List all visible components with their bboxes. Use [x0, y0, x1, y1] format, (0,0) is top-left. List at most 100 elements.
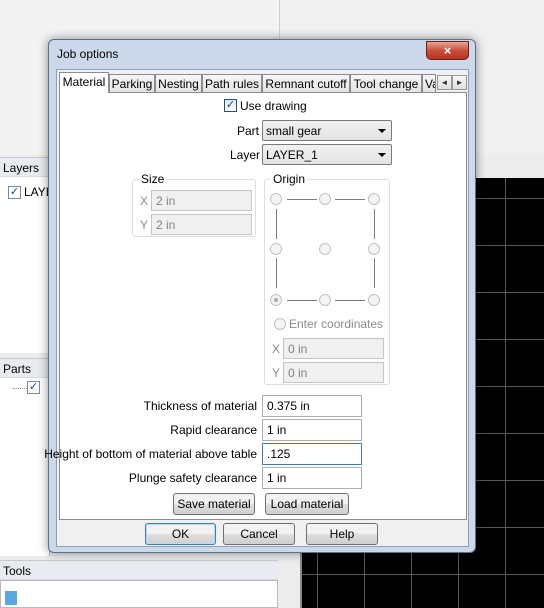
parts-panel-title: Parts	[3, 362, 32, 376]
part-list-item[interactable]: ✓	[27, 381, 40, 394]
origin-bottom-left-radio[interactable]	[270, 294, 282, 306]
height-above-table-label: Height of bottom of material above table	[44, 447, 257, 461]
size-group: Size X 2 in Y 2 in	[132, 172, 256, 237]
job-options-dialog: Job options × Material Parking Nesting P…	[44, 39, 476, 553]
close-button[interactable]: ×	[426, 41, 469, 60]
tab-label: Material	[62, 75, 106, 89]
origin-frame-line	[374, 209, 375, 239]
tab-scroll-right-button[interactable]: ►	[452, 75, 467, 90]
thickness-value: 0.375 in	[267, 399, 310, 413]
chevron-left-icon: ◄	[440, 78, 449, 87]
size-x-value: 2 in	[156, 194, 176, 208]
origin-frame-line	[287, 199, 317, 200]
height-above-table-field[interactable]: .125	[262, 443, 362, 465]
tab-scroll-left-button[interactable]: ◄	[437, 75, 452, 90]
plunge-clearance-value: 1 in	[267, 471, 287, 485]
origin-middle-right-radio[interactable]	[368, 243, 380, 255]
origin-frame-line	[287, 300, 317, 301]
origin-middle-left-radio[interactable]	[270, 243, 282, 255]
save-material-label: Save material	[177, 497, 251, 511]
tool-icon[interactable]	[5, 591, 17, 605]
part-label: Part	[237, 124, 260, 138]
origin-center-radio[interactable]	[319, 243, 331, 255]
rapid-clearance-label: Rapid clearance	[170, 423, 257, 437]
tab-nesting[interactable]: Nesting	[155, 74, 202, 92]
enter-coordinates-label: Enter coordinates	[289, 317, 384, 331]
origin-x-label: X	[272, 342, 281, 356]
height-above-table-value: .125	[267, 447, 291, 461]
grid-line	[302, 574, 544, 575]
save-material-button[interactable]: Save material	[173, 493, 255, 515]
size-group-title: Size	[139, 172, 167, 186]
material-tab-page: ✓ Use drawing Part small gear Layer LAYE…	[44, 92, 467, 520]
thickness-label: Thickness of material	[143, 399, 257, 413]
size-x-field[interactable]: 2 in	[151, 190, 252, 211]
size-y-value: 2 in	[156, 218, 176, 232]
cancel-button[interactable]: Cancel	[223, 523, 295, 545]
layer-select-value: LAYER_1	[266, 148, 318, 162]
rapid-clearance-value: 1 in	[267, 423, 287, 437]
origin-top-center-radio[interactable]	[319, 193, 331, 205]
origin-x-value: 0 in	[288, 342, 308, 356]
tools-panel	[0, 580, 278, 608]
origin-frame-line	[335, 199, 365, 200]
tab-label: Remnant cutoff	[265, 77, 347, 91]
ok-label: OK	[171, 527, 190, 541]
tools-panel-header: Tools	[0, 560, 278, 580]
origin-frame-line	[276, 209, 277, 239]
close-icon: ×	[443, 43, 452, 58]
tab-label: Tool change	[353, 77, 419, 91]
origin-top-left-radio[interactable]	[270, 193, 282, 205]
origin-bottom-center-radio[interactable]	[319, 294, 331, 306]
origin-x-field[interactable]: 0 in	[283, 338, 384, 359]
tab-tool-change[interactable]: Tool change	[350, 74, 422, 92]
layers-panel: ✓ LAYER_1	[0, 177, 76, 353]
size-y-field[interactable]: 2 in	[151, 214, 252, 235]
dialog-client-area: Material Parking Nesting Path rules Remn…	[44, 69, 469, 547]
enter-coordinates-radio[interactable]	[274, 318, 286, 330]
chevron-right-icon: ►	[455, 78, 464, 87]
tab-remnant-cutoff[interactable]: Remnant cutoff	[262, 74, 350, 92]
tab-path-rules[interactable]: Path rules	[202, 74, 262, 92]
layer-select[interactable]: LAYER_1	[262, 144, 392, 165]
tab-label: Va	[425, 77, 435, 91]
grid-line	[505, 178, 506, 608]
load-material-button[interactable]: Load material	[265, 493, 349, 515]
plunge-clearance-field[interactable]: 1 in	[262, 467, 362, 489]
help-label: Help	[329, 527, 355, 541]
rapid-clearance-field[interactable]: 1 in	[262, 419, 362, 441]
help-button[interactable]: Help	[306, 523, 378, 545]
origin-bottom-right-radio[interactable]	[368, 294, 380, 306]
tab-label: Nesting	[158, 77, 199, 91]
size-x-label: X	[140, 194, 149, 208]
layers-panel-header: Layers	[0, 157, 50, 177]
origin-frame-line	[335, 300, 365, 301]
origin-frame-line	[374, 258, 375, 288]
tree-connector	[13, 388, 27, 389]
origin-y-field[interactable]: 0 in	[283, 362, 384, 383]
origin-group: Origin Enter coordinates X 0 in Y 0 in	[264, 172, 390, 385]
part-visible-checkbox[interactable]: ✓	[27, 381, 40, 394]
tab-label: Path rules	[204, 77, 260, 91]
tab-material[interactable]: Material	[59, 72, 109, 93]
layer-label: Layer	[230, 148, 261, 162]
use-drawing-checkbox[interactable]: ✓	[224, 99, 237, 112]
part-select-value: small gear	[266, 124, 322, 138]
part-select[interactable]: small gear	[262, 120, 392, 141]
tab-strip: Material Parking Nesting Path rules Remn…	[59, 72, 467, 93]
parts-panel-header: Parts	[0, 358, 50, 378]
tools-panel-title: Tools	[3, 564, 32, 578]
ok-button[interactable]: OK	[145, 523, 216, 545]
size-y-label: Y	[140, 218, 149, 232]
load-material-label: Load material	[270, 497, 344, 511]
origin-top-right-radio[interactable]	[368, 193, 380, 205]
parts-panel: ✓	[0, 378, 50, 556]
thickness-field[interactable]: 0.375 in	[262, 395, 362, 417]
origin-frame-line	[276, 258, 277, 288]
origin-y-label: Y	[272, 366, 281, 380]
layer-visible-checkbox[interactable]: ✓	[8, 185, 21, 199]
tab-va[interactable]: Va	[422, 74, 436, 92]
dialog-title: Job options	[57, 47, 119, 61]
tab-parking[interactable]: Parking	[109, 74, 155, 92]
dialog-titlebar[interactable]: Job options ×	[49, 40, 475, 68]
